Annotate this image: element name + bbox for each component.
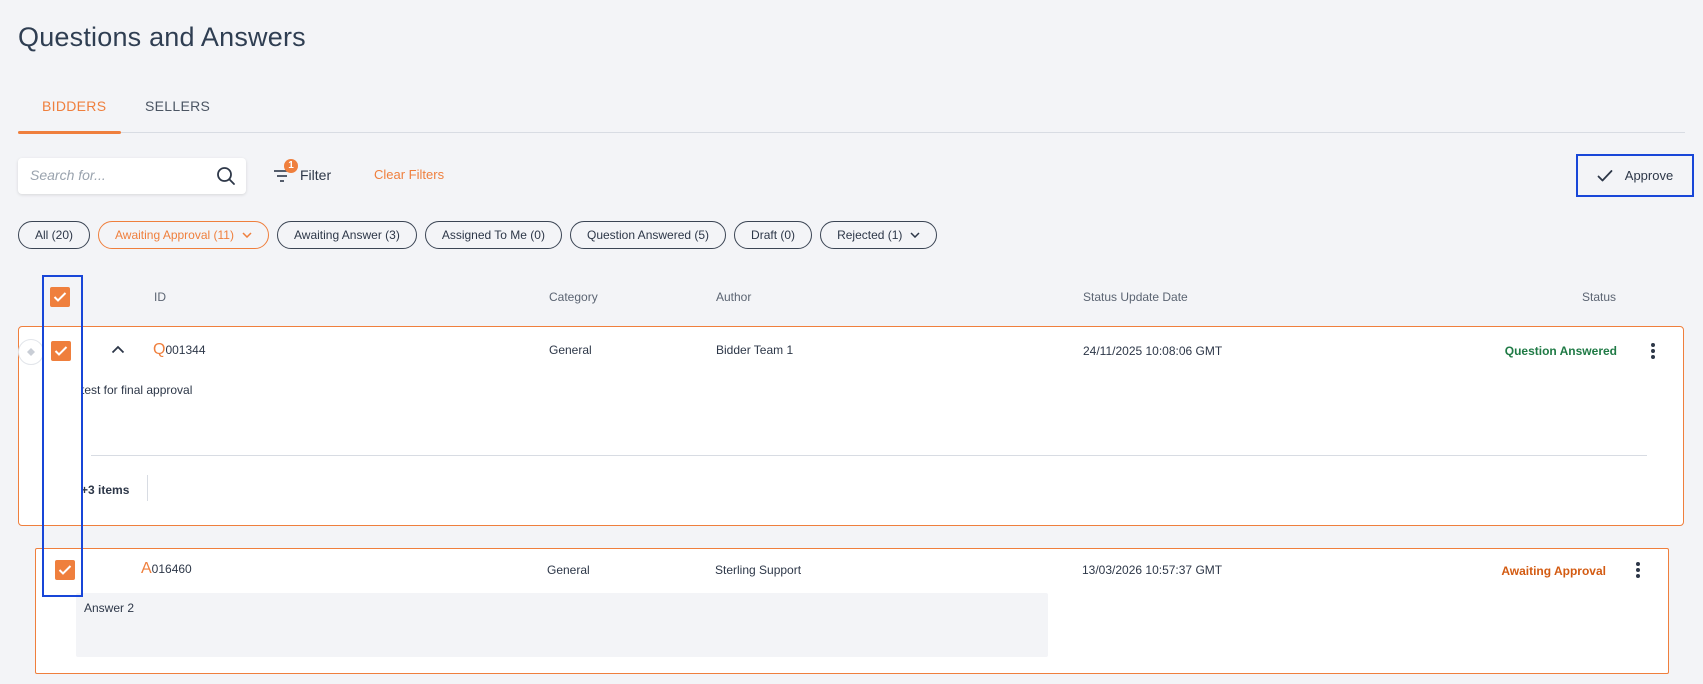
active-tab-indicator xyxy=(18,131,121,134)
answer-id[interactable]: A016460 xyxy=(141,560,192,578)
chip-question-answered[interactable]: Question Answered (5) xyxy=(569,221,727,249)
chip-all[interactable]: All (20) xyxy=(18,221,91,249)
chip-label: Awaiting Approval (11) xyxy=(115,228,234,242)
chip-label: Question Answered (5) xyxy=(586,228,710,242)
checkmark-icon xyxy=(1597,169,1613,181)
column-header-author[interactable]: Author xyxy=(716,290,751,304)
filter-button[interactable]: 1 Filter xyxy=(272,159,332,190)
column-header-id[interactable]: ID xyxy=(154,290,166,304)
approve-label: Approve xyxy=(1624,168,1674,183)
answer-author: Sterling Support xyxy=(715,563,802,577)
column-header-status-update-date[interactable]: Status Update Date xyxy=(1083,290,1188,304)
select-all-checkbox[interactable] xyxy=(50,287,70,307)
question-id[interactable]: Q001344 xyxy=(153,341,206,359)
chip-assigned-to-me[interactable]: Assigned To Me (0) xyxy=(424,221,562,249)
tab-bar: BIDDERS SELLERS xyxy=(18,88,1685,134)
filter-count-badge: 1 xyxy=(284,159,298,173)
divider xyxy=(147,475,148,501)
divider xyxy=(91,455,1647,456)
filter-label: Filter xyxy=(300,167,332,183)
answer-body: Answer 2 xyxy=(84,601,135,615)
answer-row[interactable]: A016460 General Sterling Support 13/03/2… xyxy=(35,548,1669,674)
chevron-down-icon xyxy=(242,232,252,238)
chip-awaiting-answer[interactable]: Awaiting Answer (3) xyxy=(276,221,417,249)
question-status: Question Answered xyxy=(1504,344,1617,358)
answer-status: Awaiting Approval xyxy=(1501,564,1606,578)
more-items-toggle[interactable]: +3 items xyxy=(81,483,129,497)
approve-button[interactable]: Approve xyxy=(1576,154,1694,197)
row-checkbox[interactable] xyxy=(51,341,71,361)
chip-label: All (20) xyxy=(35,228,74,242)
question-category: General xyxy=(549,343,592,357)
answer-more-icon[interactable] xyxy=(1630,560,1646,582)
column-header-category[interactable]: Category xyxy=(549,290,598,304)
status-filter-chips: All (20) Awaiting Approval (11) Awaiting… xyxy=(18,221,945,249)
question-author: Bidder Team 1 xyxy=(716,343,794,357)
checkmark-icon xyxy=(58,565,72,575)
page-title: Questions and Answers xyxy=(18,22,306,52)
id-prefix: Q xyxy=(153,341,166,358)
id-prefix: A xyxy=(141,560,152,577)
question-more-icon[interactable] xyxy=(1645,341,1661,363)
chip-label: Rejected (1) xyxy=(837,228,903,242)
question-date: 24/11/2025 10:08:06 GMT xyxy=(1083,344,1223,358)
checkmark-icon xyxy=(53,292,67,302)
clear-filters-link[interactable]: Clear Filters xyxy=(374,167,444,182)
question-body: test for final approval xyxy=(81,383,193,397)
search-box xyxy=(18,158,246,194)
chip-label: Assigned To Me (0) xyxy=(441,228,545,242)
drag-handle-icon[interactable] xyxy=(18,339,44,365)
answer-body-box: Answer 2 xyxy=(76,593,1048,657)
id-number: 001344 xyxy=(165,343,206,357)
chip-draft[interactable]: Draft (0) xyxy=(734,221,813,249)
id-number: 016460 xyxy=(151,562,192,576)
question-row[interactable]: Q001344 General Bidder Team 1 24/11/2025… xyxy=(18,326,1684,526)
answer-category: General xyxy=(547,563,590,577)
answer-date: 13/03/2026 10:57:37 GMT xyxy=(1082,563,1223,577)
chip-rejected[interactable]: Rejected (1) xyxy=(820,221,938,249)
column-header-status[interactable]: Status xyxy=(1582,290,1616,304)
search-icon[interactable] xyxy=(216,166,236,186)
tab-bidders[interactable]: BIDDERS xyxy=(42,98,106,114)
chevron-down-icon xyxy=(910,232,920,238)
chevron-up-icon[interactable] xyxy=(111,345,125,354)
chip-label: Awaiting Answer (3) xyxy=(293,228,400,242)
row-checkbox[interactable] xyxy=(55,560,75,580)
checkmark-icon xyxy=(54,346,68,356)
chip-label: Draft (0) xyxy=(751,228,796,242)
chip-awaiting-approval[interactable]: Awaiting Approval (11) xyxy=(98,221,269,249)
filter-icon: 1 xyxy=(272,159,298,185)
tab-sellers[interactable]: SELLERS xyxy=(145,98,210,114)
search-input[interactable] xyxy=(30,167,210,183)
